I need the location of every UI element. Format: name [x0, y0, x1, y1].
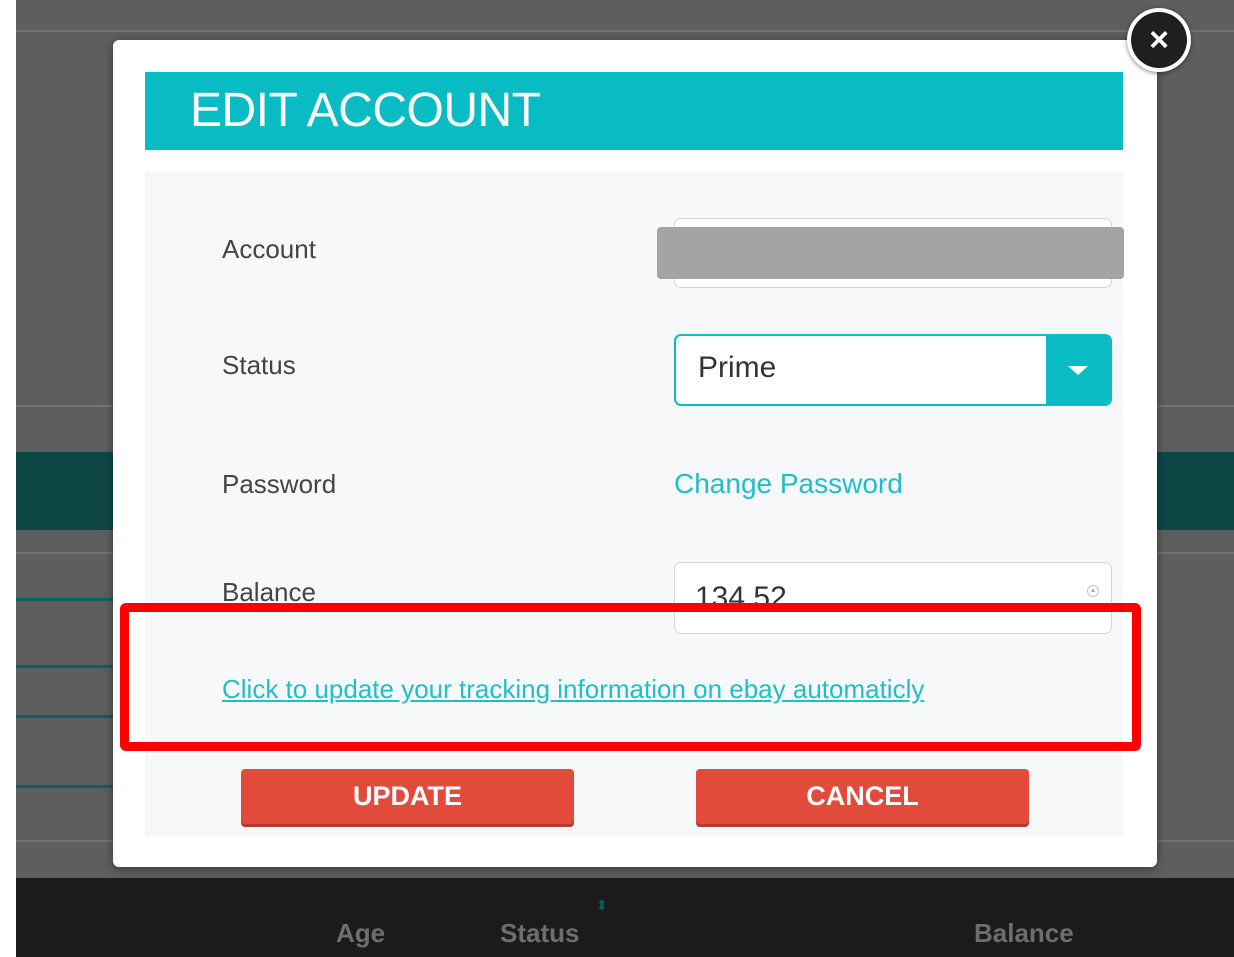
chevron-down-icon[interactable] — [1046, 336, 1110, 404]
status-select[interactable]: Prime — [674, 334, 1112, 406]
background-divider — [16, 30, 1234, 32]
dialog-title: EDIT ACCOUNT — [190, 84, 541, 137]
background-column-header-age: Age — [336, 918, 386, 948]
account-label: Account — [222, 234, 316, 264]
background-table-footer: Age Status Balance ⬍ — [16, 878, 1234, 957]
close-button[interactable]: × — [1127, 8, 1191, 72]
balance-input[interactable]: 134.52 ▴ — [674, 562, 1112, 634]
background-row-rule — [16, 665, 116, 668]
update-button[interactable]: UPDATE — [241, 769, 574, 824]
background-row-rule — [16, 598, 116, 601]
status-select-value: Prime — [698, 351, 777, 384]
password-label: Password — [222, 469, 337, 499]
update-tracking-link[interactable]: Click to update your tracking informatio… — [222, 674, 924, 705]
background-column-header-balance: Balance — [974, 918, 1074, 948]
change-password-link[interactable]: Change Password — [674, 468, 903, 500]
dialog-body: Account Status Prime Password Change Pas… — [145, 172, 1124, 836]
background-row-rule — [16, 715, 116, 718]
edit-account-dialog: EDIT ACCOUNT Account Status Prime Passwo… — [113, 40, 1157, 867]
background-row-rule — [16, 785, 116, 788]
cancel-button[interactable]: CANCEL — [696, 769, 1029, 824]
sort-icon: ⬍ — [596, 897, 608, 913]
spinner-icon[interactable]: ▴ — [1087, 585, 1099, 597]
background-column-header-status: Status — [500, 918, 580, 948]
dialog-header: EDIT ACCOUNT — [145, 72, 1123, 150]
balance-value: 134.52 — [695, 581, 787, 614]
account-value-redaction — [657, 227, 1124, 279]
close-icon: × — [1131, 12, 1187, 68]
balance-label: Balance — [222, 577, 316, 607]
status-label: Status — [222, 350, 296, 380]
